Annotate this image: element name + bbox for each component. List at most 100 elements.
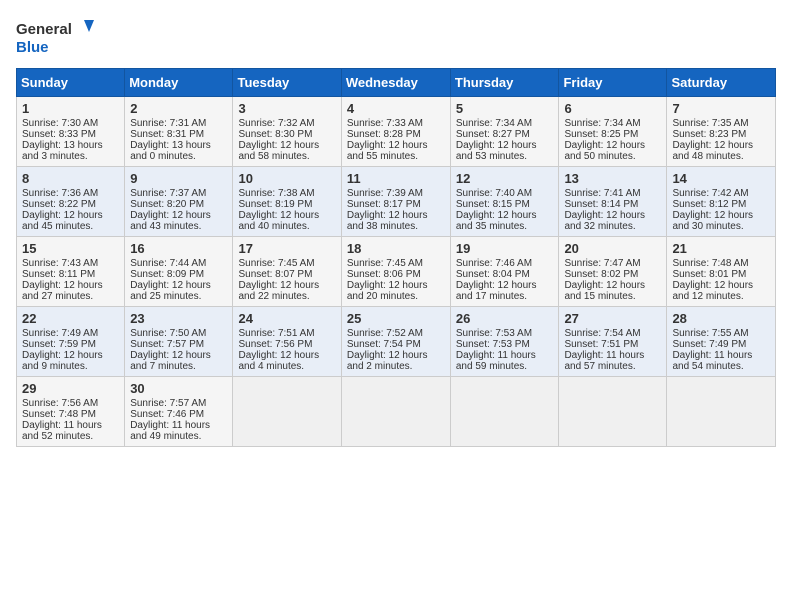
calendar-cell: 21Sunrise: 7:48 AMSunset: 8:01 PMDayligh… [667,237,776,307]
calendar-week-5: 29Sunrise: 7:56 AMSunset: 7:48 PMDayligh… [17,377,776,447]
day-info: Daylight: 12 hours [238,280,335,291]
day-number: 29 [22,381,119,396]
day-info: Daylight: 12 hours [456,210,554,221]
day-info: and 45 minutes. [22,221,119,232]
day-info: Sunset: 8:07 PM [238,269,335,280]
day-info: Daylight: 12 hours [347,280,445,291]
day-info: Sunset: 7:56 PM [238,339,335,350]
day-number: 15 [22,241,119,256]
day-number: 13 [564,171,661,186]
day-number: 14 [672,171,770,186]
day-info: Daylight: 13 hours [22,140,119,151]
day-info: Sunset: 8:04 PM [456,269,554,280]
calendar-week-1: 1Sunrise: 7:30 AMSunset: 8:33 PMDaylight… [17,97,776,167]
day-info: Sunset: 8:30 PM [238,129,335,140]
day-info: Sunrise: 7:36 AM [22,188,119,199]
calendar-cell: 6Sunrise: 7:34 AMSunset: 8:25 PMDaylight… [559,97,667,167]
day-number: 6 [564,101,661,116]
day-number: 10 [238,171,335,186]
day-number: 24 [238,311,335,326]
day-info: and 7 minutes. [130,361,227,372]
calendar-cell [341,377,450,447]
day-info: Sunset: 8:15 PM [456,199,554,210]
day-info: and 3 minutes. [22,151,119,162]
day-info: and 0 minutes. [130,151,227,162]
day-info: Sunset: 8:25 PM [564,129,661,140]
day-info: and 22 minutes. [238,291,335,302]
calendar-table: SundayMondayTuesdayWednesdayThursdayFrid… [16,68,776,447]
day-info: and 50 minutes. [564,151,661,162]
day-info: Daylight: 11 hours [22,420,119,431]
calendar-cell: 1Sunrise: 7:30 AMSunset: 8:33 PMDaylight… [17,97,125,167]
day-info: Sunset: 8:33 PM [22,129,119,140]
day-info: and 48 minutes. [672,151,770,162]
calendar-cell: 22Sunrise: 7:49 AMSunset: 7:59 PMDayligh… [17,307,125,377]
day-number: 30 [130,381,227,396]
calendar-cell: 25Sunrise: 7:52 AMSunset: 7:54 PMDayligh… [341,307,450,377]
day-info: Sunrise: 7:53 AM [456,328,554,339]
calendar-cell: 10Sunrise: 7:38 AMSunset: 8:19 PMDayligh… [233,167,341,237]
day-info: and 9 minutes. [22,361,119,372]
day-number: 4 [347,101,445,116]
day-number: 1 [22,101,119,116]
calendar-cell [667,377,776,447]
day-info: Sunset: 7:48 PM [22,409,119,420]
day-info: Daylight: 11 hours [130,420,227,431]
calendar-week-2: 8Sunrise: 7:36 AMSunset: 8:22 PMDaylight… [17,167,776,237]
day-info: and 40 minutes. [238,221,335,232]
calendar-cell: 29Sunrise: 7:56 AMSunset: 7:48 PMDayligh… [17,377,125,447]
header-tuesday: Tuesday [233,69,341,97]
header-saturday: Saturday [667,69,776,97]
calendar-cell [450,377,559,447]
svg-text:General: General [16,21,72,38]
day-info: Sunset: 8:09 PM [130,269,227,280]
calendar-cell: 17Sunrise: 7:45 AMSunset: 8:07 PMDayligh… [233,237,341,307]
day-info: Daylight: 12 hours [238,210,335,221]
day-info: and 20 minutes. [347,291,445,302]
day-info: and 55 minutes. [347,151,445,162]
day-info: and 43 minutes. [130,221,227,232]
calendar-cell: 27Sunrise: 7:54 AMSunset: 7:51 PMDayligh… [559,307,667,377]
day-number: 21 [672,241,770,256]
day-info: Sunrise: 7:45 AM [238,258,335,269]
day-info: Sunrise: 7:43 AM [22,258,119,269]
day-number: 26 [456,311,554,326]
calendar-cell: 4Sunrise: 7:33 AMSunset: 8:28 PMDaylight… [341,97,450,167]
day-info: Sunset: 7:57 PM [130,339,227,350]
day-info: Sunrise: 7:38 AM [238,188,335,199]
day-info: and 59 minutes. [456,361,554,372]
day-info: and 2 minutes. [347,361,445,372]
day-info: Sunset: 8:28 PM [347,129,445,140]
calendar-cell: 28Sunrise: 7:55 AMSunset: 7:49 PMDayligh… [667,307,776,377]
day-info: Sunrise: 7:52 AM [347,328,445,339]
day-number: 3 [238,101,335,116]
day-info: Daylight: 12 hours [22,210,119,221]
calendar-cell: 19Sunrise: 7:46 AMSunset: 8:04 PMDayligh… [450,237,559,307]
day-info: Daylight: 12 hours [238,350,335,361]
day-info: Daylight: 12 hours [130,280,227,291]
calendar-week-4: 22Sunrise: 7:49 AMSunset: 7:59 PMDayligh… [17,307,776,377]
day-info: and 4 minutes. [238,361,335,372]
day-info: Daylight: 12 hours [347,350,445,361]
header-monday: Monday [125,69,233,97]
day-info: and 35 minutes. [456,221,554,232]
day-info: and 38 minutes. [347,221,445,232]
svg-text:Blue: Blue [16,39,49,56]
day-number: 8 [22,171,119,186]
day-info: Sunrise: 7:44 AM [130,258,227,269]
calendar-cell: 16 Sunrise: 7:44 AMSunset: 8:09 PMDayligh… [125,237,233,307]
day-info: and 17 minutes. [456,291,554,302]
day-info: and 30 minutes. [672,221,770,232]
calendar-cell [559,377,667,447]
day-info: Daylight: 12 hours [130,210,227,221]
header-friday: Friday [559,69,667,97]
day-info: and 54 minutes. [672,361,770,372]
day-number: 16 [130,241,227,256]
calendar-cell: 5Sunrise: 7:34 AMSunset: 8:27 PMDaylight… [450,97,559,167]
logo: GeneralBlue [16,16,96,56]
day-info: Daylight: 12 hours [672,280,770,291]
day-info: Daylight: 11 hours [564,350,661,361]
day-info: Sunrise: 7:55 AM [672,328,770,339]
day-number: 22 [22,311,119,326]
day-info: Sunrise: 7:34 AM [456,118,554,129]
